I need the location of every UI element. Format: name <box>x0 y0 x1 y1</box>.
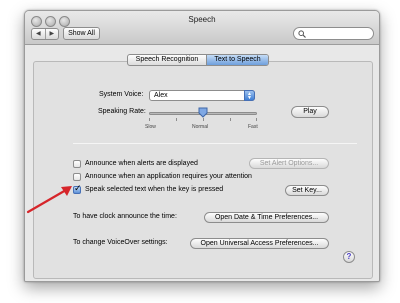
red-pointer-arrow <box>26 186 72 214</box>
